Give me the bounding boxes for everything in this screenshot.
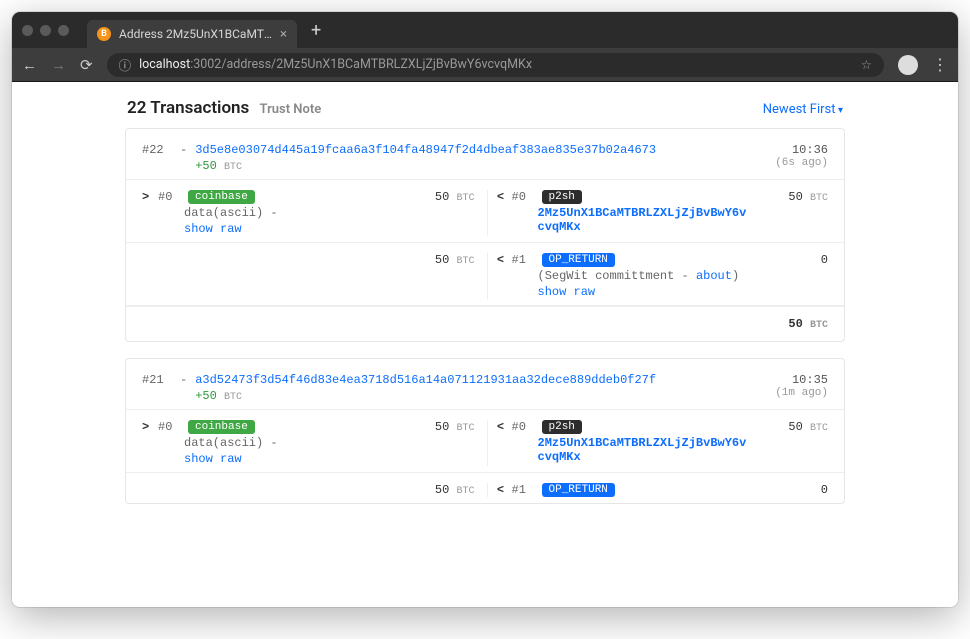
bookmark-star-icon[interactable]: ☆ — [861, 57, 872, 73]
output-arrow-icon[interactable]: < — [496, 190, 506, 204]
output-arrow-icon[interactable]: < — [496, 483, 506, 497]
tx-amount: +50 BTC — [195, 389, 670, 403]
tx-amount: +50 BTC — [195, 159, 670, 173]
tx-label: Transactions — [150, 98, 249, 118]
tab-bar: B Address 2Mz5UnX1BCaMTBRl × + — [12, 12, 958, 48]
new-tab-icon[interactable]: + — [311, 20, 321, 41]
tx-index: #21 — [142, 373, 172, 403]
close-window-icon[interactable] — [22, 25, 33, 36]
sort-dropdown[interactable]: Newest First — [763, 102, 843, 117]
opreturn-badge: OP_RETURN — [542, 483, 615, 497]
output-value: 50 BTC — [788, 420, 828, 434]
input-slot: #0 — [158, 190, 182, 204]
txid-link[interactable]: 3d5e8e03074d445a19fcaa6a3f104fa48947f2d4… — [195, 143, 730, 173]
tx-total: 50 BTC — [126, 306, 844, 341]
opreturn-badge: OP_RETURN — [542, 253, 615, 267]
url-host: localhost — [139, 57, 190, 72]
tx-time: 10:35 (1m ago) — [738, 373, 828, 403]
output-arrow-icon[interactable]: < — [496, 253, 506, 267]
info-icon: ⓘ — [119, 55, 132, 74]
output-value: 0 — [821, 483, 828, 497]
reload-icon[interactable]: ⟳ — [80, 56, 93, 74]
profile-avatar-icon[interactable] — [898, 55, 918, 75]
show-raw-link[interactable]: show raw — [538, 285, 596, 299]
p2sh-badge: p2sh — [542, 420, 582, 434]
menu-dots-icon[interactable]: ⋮ — [932, 55, 948, 74]
url-path: /address/2Mz5UnX1BCaMTBRLZXLjZjBvBwY6vcv… — [221, 57, 532, 72]
maximize-window-icon[interactable] — [58, 25, 69, 36]
trust-note-link[interactable]: Trust Note — [260, 102, 322, 117]
tx-count: 22 — [127, 98, 146, 118]
bitcoin-favicon-icon: B — [97, 27, 111, 41]
minimize-window-icon[interactable] — [40, 25, 51, 36]
input-value-repeat: 50 BTC — [435, 253, 475, 267]
coinbase-badge: coinbase — [188, 190, 255, 204]
page-content: 22 Transactions Trust Note Newest First … — [12, 82, 958, 607]
tx-time: 10:36 (6s ago) — [738, 143, 828, 173]
address-bar: ← → ⟳ ⓘ localhost:3002/address/2Mz5UnX1B… — [12, 48, 958, 82]
url-port: :3002 — [190, 57, 221, 72]
input-value: 50 BTC — [435, 420, 475, 434]
close-tab-icon[interactable]: × — [280, 27, 287, 42]
input-data: data(ascii) - — [184, 206, 475, 220]
output-slot: #0 — [512, 190, 536, 204]
input-value-repeat: 50 BTC — [435, 483, 475, 497]
input-data: data(ascii) - — [184, 436, 475, 450]
output-address-link[interactable]: 2Mz5UnX1BCaMTBRLZXLjZjBvBwY6vcvqMKx — [538, 206, 748, 234]
output-slot: #0 — [512, 420, 536, 434]
output-slot: #1 — [512, 483, 536, 497]
page-title: 22 Transactions Trust Note — [127, 98, 321, 118]
output-address-link[interactable]: 2Mz5UnX1BCaMTBRLZXLjZjBvBwY6vcvqMKx — [538, 436, 748, 464]
txid-link[interactable]: a3d52473f3d54f46d83e4ea3718d516a14a07112… — [195, 373, 730, 403]
transaction-card: #22 - 3d5e8e03074d445a19fcaa6a3f104fa489… — [125, 128, 845, 342]
input-slot: #0 — [158, 420, 182, 434]
browser-tab[interactable]: B Address 2Mz5UnX1BCaMTBRl × — [87, 20, 297, 48]
forward-icon[interactable]: → — [51, 56, 66, 74]
transaction-card: #21 - a3d52473f3d54f46d83e4ea3718d516a14… — [125, 358, 845, 504]
expand-input-icon[interactable]: > — [142, 190, 152, 204]
p2sh-badge: p2sh — [542, 190, 582, 204]
show-raw-link[interactable]: show raw — [184, 222, 242, 236]
output-arrow-icon[interactable]: < — [496, 420, 506, 434]
input-value: 50 BTC — [435, 190, 475, 204]
output-slot: #1 — [512, 253, 536, 267]
output-value: 50 BTC — [788, 190, 828, 204]
browser-window: B Address 2Mz5UnX1BCaMTBRl × + ← → ⟳ ⓘ l… — [12, 12, 958, 607]
expand-input-icon[interactable]: > — [142, 420, 152, 434]
back-icon[interactable]: ← — [22, 56, 37, 74]
segwit-note: (SegWit committment - about) — [538, 269, 829, 283]
url-input[interactable]: ⓘ localhost:3002/address/2Mz5UnX1BCaMTBR… — [107, 53, 884, 77]
tx-index: #22 — [142, 143, 172, 173]
traffic-lights — [22, 25, 69, 36]
tab-title: Address 2Mz5UnX1BCaMTBRl — [119, 27, 272, 41]
about-link[interactable]: about — [696, 269, 732, 283]
show-raw-link[interactable]: show raw — [184, 452, 242, 466]
coinbase-badge: coinbase — [188, 420, 255, 434]
output-value: 0 — [821, 253, 828, 267]
